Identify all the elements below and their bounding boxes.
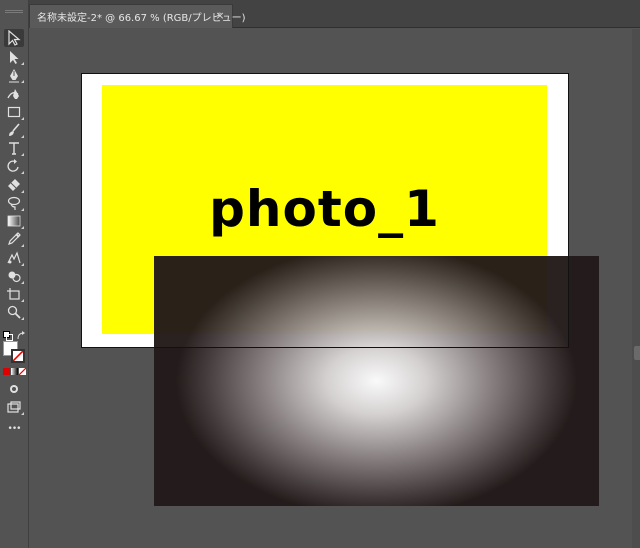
eyedropper-tool-icon[interactable] <box>4 230 24 248</box>
gradient-tool-icon[interactable] <box>4 212 24 230</box>
screen-mode-icon[interactable] <box>4 398 24 416</box>
draw-mode-icon[interactable] <box>4 380 24 398</box>
eraser-tool-icon[interactable] <box>4 176 24 194</box>
rectangle-tool-icon[interactable] <box>4 103 24 121</box>
curvature-tool-icon[interactable] <box>4 85 24 103</box>
photo-label-text[interactable]: photo_1 <box>102 179 547 239</box>
scrollbar-thumb[interactable] <box>634 346 640 360</box>
close-icon[interactable]: × <box>214 10 226 22</box>
shape-builder-tool-icon[interactable] <box>4 267 24 285</box>
color-mode-icon[interactable] <box>3 368 10 375</box>
stroke-color-swatch[interactable] <box>11 349 25 363</box>
document-tab-bar: 名称未設定-2* @ 66.67 % (RGB/プレビュー) × <box>29 0 640 28</box>
zoom-tool-icon[interactable] <box>4 303 24 321</box>
illustrator-window: ••• 名称未設定-2* @ 66.67 % (RGB/プレビュー) × pho… <box>0 0 640 548</box>
pen-tool-icon[interactable] <box>4 66 24 84</box>
radial-gradient-rectangle[interactable] <box>154 256 599 506</box>
lasso-tool-icon[interactable] <box>4 194 24 212</box>
canvas-area[interactable]: photo_1 <box>30 29 640 548</box>
panel-grip[interactable] <box>5 10 23 13</box>
none-mode-icon[interactable] <box>19 368 26 375</box>
rotate-tool-icon[interactable] <box>4 157 24 175</box>
type-tool-icon[interactable] <box>4 139 24 157</box>
document-tab[interactable]: 名称未設定-2* @ 66.67 % (RGB/プレビュー) × <box>29 4 246 28</box>
artboard-tool-icon[interactable] <box>4 285 24 303</box>
swap-colors-icon[interactable] <box>16 326 26 340</box>
vertical-scrollbar[interactable] <box>632 29 640 548</box>
direct-selection-tool-icon[interactable] <box>4 48 24 66</box>
more-tools-button[interactable]: ••• <box>4 424 24 438</box>
blend-tool-icon[interactable] <box>4 249 24 267</box>
gradient-mode-icon[interactable] <box>11 368 18 375</box>
selection-tool-icon[interactable] <box>4 29 24 47</box>
default-colors-icon[interactable] <box>3 326 13 341</box>
tools-panel: ••• <box>0 0 29 548</box>
paintbrush-tool-icon[interactable] <box>4 121 24 139</box>
